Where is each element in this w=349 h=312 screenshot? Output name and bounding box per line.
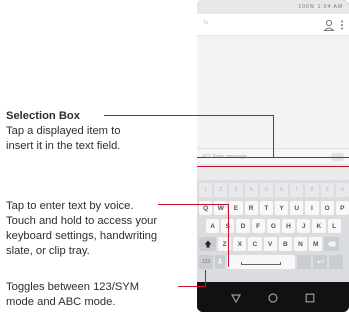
key-a[interactable]: A [206, 219, 220, 233]
key-n[interactable]: N [293, 237, 308, 251]
settings-key[interactable] [329, 255, 343, 269]
key-6[interactable]: 6 [274, 183, 289, 197]
key-i[interactable]: I [305, 201, 319, 215]
home-circle-icon[interactable] [267, 291, 279, 303]
battery-percent: 100% [298, 4, 316, 10]
zxcv-row: Z X C V B N M [199, 237, 340, 251]
number-row: 1 2 3 4 5 6 7 8 9 0 [199, 183, 349, 197]
voice-leader-h [158, 204, 229, 205]
status-time: 1:04 AM [317, 4, 343, 10]
key-b[interactable]: B [278, 237, 292, 251]
key-t[interactable]: T [259, 201, 273, 215]
toggle-line-1: Toggles between 123/SYM [6, 281, 140, 293]
key-h[interactable]: H [281, 219, 296, 233]
key-j[interactable]: J [297, 219, 311, 233]
space-key[interactable] [227, 255, 295, 269]
selection-box-line-1: Tap a displayed item to [6, 125, 121, 137]
key-z[interactable]: Z [218, 237, 232, 251]
shift-key[interactable] [199, 237, 216, 251]
key-o[interactable]: O [320, 201, 334, 215]
toggle-annotation: Toggles between 123/SYM mode and ABC mod… [6, 280, 139, 310]
key-x[interactable]: X [233, 237, 247, 251]
voice-annotation: Tap to enter text by voice. Touch and ho… [6, 199, 157, 259]
selection-box-frame-bottom [197, 166, 349, 167]
shift-arrow-icon [204, 240, 211, 248]
navigation-bar [197, 282, 349, 312]
voice-line-2: Touch and hold to access your [6, 215, 158, 227]
selection-box-frame [197, 157, 349, 158]
key-u[interactable]: U [290, 201, 304, 215]
key-e[interactable]: E [229, 201, 243, 215]
key-4[interactable]: 4 [244, 183, 258, 197]
toggle-line-2: mode and ABC mode. [6, 296, 116, 308]
key-y[interactable]: Y [274, 201, 289, 215]
enter-key[interactable] [313, 255, 327, 269]
key-c[interactable]: C [248, 237, 262, 251]
selection-box-leader-v [273, 115, 274, 157]
key-2[interactable]: 2 [214, 183, 228, 197]
voice-line-1: Tap to enter text by voice. [6, 200, 134, 212]
key-d[interactable]: D [236, 219, 250, 233]
status-bar: 100% 1:04 AM [197, 0, 349, 14]
space-bar-icon [241, 262, 281, 265]
key-8[interactable]: 8 [305, 183, 319, 197]
selection-box-line-2: insert it in the text field. [6, 140, 121, 152]
recipient-toolbar: To [197, 14, 349, 36]
key-l[interactable]: L [327, 219, 341, 233]
to-field[interactable]: To [203, 20, 208, 26]
key-k[interactable]: K [312, 219, 326, 233]
period-key[interactable] [297, 255, 311, 269]
toggle-leader-v [205, 270, 206, 287]
keyboard: 1 2 3 4 5 6 7 8 9 0 Q W E R T Y U I O P … [197, 180, 349, 282]
key-5[interactable]: 5 [259, 183, 273, 197]
back-triangle-icon[interactable] [230, 291, 242, 304]
voice-line-3: keyboard settings, handwriting [6, 230, 158, 242]
enter-icon [316, 259, 324, 264]
recents-square-icon[interactable] [304, 291, 316, 303]
key-g[interactable]: G [266, 219, 280, 233]
microphone-icon [217, 258, 223, 264]
asdf-row: A S D F G H J K L [206, 219, 341, 233]
key-v[interactable]: V [263, 237, 277, 251]
status-icons: 100% 1:04 AM [298, 4, 343, 10]
key-f[interactable]: F [251, 219, 265, 233]
key-7[interactable]: 7 [290, 183, 304, 197]
more-options-icon[interactable] [339, 18, 345, 32]
selection-box-title: Selection Box [6, 110, 80, 122]
add-contact-icon[interactable] [323, 18, 335, 32]
key-3[interactable]: 3 [229, 183, 243, 197]
voice-leader-v [228, 204, 229, 267]
key-m[interactable]: M [309, 237, 323, 251]
backspace-key[interactable] [324, 237, 340, 251]
selection-box-leader-h [104, 115, 274, 116]
voice-key[interactable] [215, 255, 225, 269]
voice-line-4: slate, or clip tray. [6, 245, 90, 257]
backspace-icon [327, 241, 336, 247]
bottom-key-row: 123 [199, 255, 343, 269]
sym-toggle-key[interactable]: 123 [199, 255, 213, 269]
toggle-leader-h [178, 286, 206, 287]
key-0[interactable]: 0 [335, 183, 349, 197]
key-1[interactable]: 1 [199, 183, 213, 197]
key-9[interactable]: 9 [320, 183, 334, 197]
key-p[interactable]: P [335, 201, 349, 215]
key-r[interactable]: R [244, 201, 258, 215]
